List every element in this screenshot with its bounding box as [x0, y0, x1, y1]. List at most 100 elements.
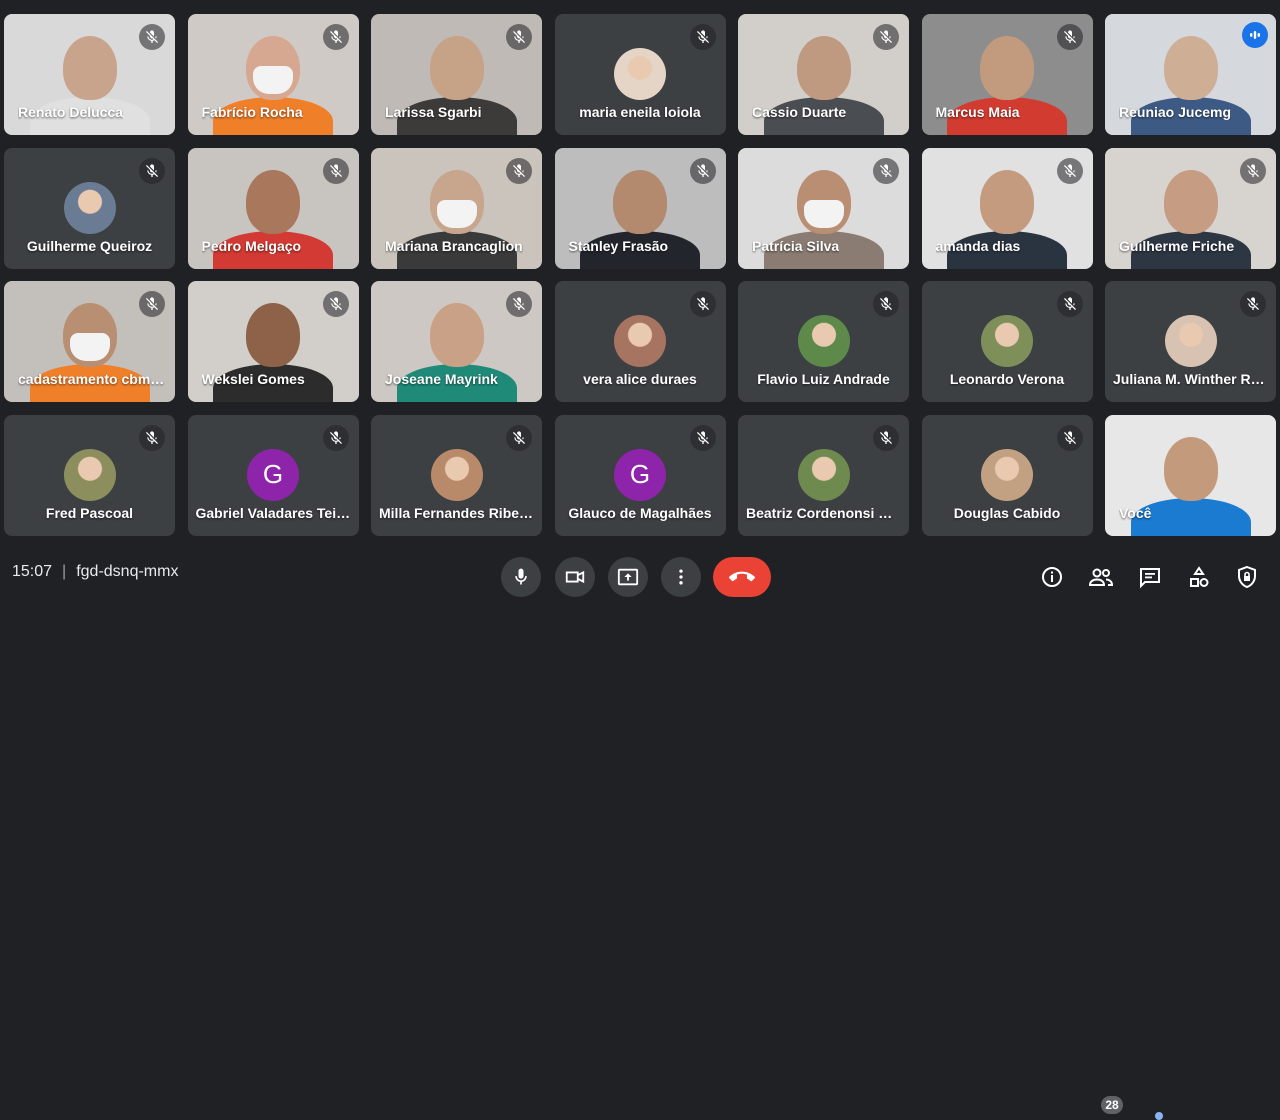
participant-name: Renato Delucca [18, 104, 124, 120]
participant-tile[interactable]: G Glauco de Magalhães [554, 414, 726, 536]
participant-name: Guilherme Queiroz [26, 237, 153, 254]
leave-call-button[interactable] [713, 557, 771, 597]
person-head [613, 169, 667, 234]
participant-tile[interactable]: Reuniao Jucemg [1105, 14, 1276, 135]
participant-tile[interactable]: Você [1105, 414, 1276, 536]
mic-off-icon [1056, 24, 1083, 50]
people-button[interactable] [1084, 560, 1118, 594]
mic-off-icon [139, 291, 165, 317]
avatar [430, 448, 483, 501]
mic-off-icon [139, 424, 165, 451]
more-options-button[interactable] [661, 557, 701, 597]
participant-tile[interactable]: Fabrício Rocha [187, 14, 359, 135]
mic-off-icon [322, 424, 349, 451]
participant-name: Mariana Brancaglion [385, 237, 523, 254]
person-head [429, 303, 484, 367]
participant-name: cadastramento cbmmg [18, 371, 168, 387]
chat-button[interactable] [1133, 560, 1167, 594]
participant-tile[interactable]: amanda dias [921, 147, 1093, 269]
face-mask [253, 66, 293, 94]
host-controls-button[interactable] [1230, 560, 1264, 594]
avatar [981, 315, 1033, 367]
person-head [429, 36, 484, 100]
mic-off-icon [1056, 291, 1083, 317]
chat-icon [1140, 568, 1160, 589]
participant-tile[interactable]: G Gabriel Valadares Teixeira [187, 414, 359, 536]
participant-tile[interactable]: cadastramento cbmmg [4, 281, 175, 402]
participant-tile[interactable]: Patrícia Silva [738, 147, 909, 269]
face-mask [803, 199, 844, 228]
mic-off-icon [322, 157, 349, 184]
participant-tile[interactable]: vera alice duraes [554, 281, 726, 402]
avatar [614, 315, 666, 367]
participant-tile[interactable]: Guilherme Queiroz [4, 147, 175, 269]
avatar [981, 448, 1033, 501]
meeting-time: 15:07 [12, 563, 53, 580]
mic-off-icon [1240, 157, 1266, 184]
mic-off-icon [873, 157, 899, 184]
present-button[interactable] [608, 557, 648, 597]
participant-name: Joseane Mayrink [385, 371, 498, 387]
participant-tile[interactable]: Guilherme Friche [1105, 147, 1276, 269]
meeting-details-button[interactable] [1035, 560, 1069, 594]
people-icon [1088, 568, 1114, 586]
face-mask [69, 333, 110, 361]
mic-off-icon [506, 291, 532, 317]
participant-tile[interactable]: Renato Delucca [4, 14, 175, 135]
participant-tile[interactable]: Cassio Duarte [738, 14, 909, 135]
participant-count-badge: 28 [1101, 1096, 1123, 1114]
bottom-toolbar: 15:07 | fgd-dsnq-mmx 28 [0, 547, 1280, 1120]
person-head [796, 36, 851, 100]
call-end-icon [729, 571, 755, 582]
person-head [980, 36, 1034, 100]
participant-name: Cassio Duarte [752, 104, 847, 120]
participant-tile[interactable]: Douglas Cabido [921, 414, 1093, 536]
participant-name: Wekslei Gomes [201, 371, 305, 387]
participant-tile[interactable]: Larissa Sgarbi [371, 14, 542, 135]
person-head [246, 169, 300, 234]
participant-name: Leonardo Verona [949, 371, 1065, 387]
camera-toggle-button[interactable] [555, 557, 595, 597]
participant-tile[interactable]: Pedro Melgaço [187, 147, 359, 269]
mic-toggle-button[interactable] [501, 557, 541, 597]
participant-tile[interactable]: maria eneila loiola [554, 14, 726, 135]
participant-name: Gabriel Valadares Teixeira [195, 504, 359, 521]
participant-tile[interactable]: Milla Fernandes Ribeiro [371, 414, 542, 536]
participant-tile[interactable]: Joseane Mayrink [371, 281, 542, 402]
person-head [1163, 36, 1218, 100]
mic-off-icon [689, 24, 716, 50]
participant-tile[interactable]: Juliana M. Winther Rebello [1105, 281, 1276, 402]
avatar [797, 448, 850, 501]
mic-off-icon [689, 157, 716, 184]
avatar: G [614, 448, 666, 501]
participant-tile[interactable]: Marcus Maia [921, 14, 1093, 135]
participant-tile[interactable]: Fred Pascoal [4, 414, 175, 536]
mic-icon [515, 568, 527, 585]
participant-name: Stanley Frasão [568, 237, 669, 254]
participant-tile[interactable]: Mariana Brancaglion [371, 147, 542, 269]
participant-tile[interactable]: Flavio Luiz Andrade [738, 281, 909, 402]
participant-name: vera alice duraes [583, 371, 697, 387]
mic-off-icon [1240, 291, 1266, 317]
activities-button[interactable] [1182, 560, 1216, 594]
mic-off-icon [322, 291, 349, 317]
meeting-code[interactable]: fgd-dsnq-mmx [76, 563, 178, 580]
participant-tile[interactable]: Wekslei Gomes [187, 281, 359, 402]
separator: | [62, 563, 67, 580]
participant-tile[interactable]: Beatriz Cordenonsi Barbosa [738, 414, 909, 536]
mic-off-icon [506, 424, 532, 451]
mic-off-icon [873, 24, 899, 50]
mic-off-icon [139, 24, 165, 50]
participant-tile[interactable]: Stanley Frasão [554, 147, 726, 269]
speaking-indicator-icon [1242, 22, 1268, 48]
mic-off-icon [873, 291, 899, 317]
participant-name: Pedro Melgaço [201, 237, 302, 254]
mic-off-icon [506, 24, 532, 50]
meeting-info: 15:07 | fgd-dsnq-mmx [12, 563, 178, 581]
more-vert-icon [679, 569, 683, 585]
person-head [980, 169, 1034, 234]
participant-name: Patrícia Silva [752, 237, 840, 254]
participant-name: Guilherme Friche [1119, 237, 1235, 254]
participant-tile[interactable]: Leonardo Verona [921, 281, 1093, 402]
participant-name: amanda dias [935, 237, 1021, 254]
